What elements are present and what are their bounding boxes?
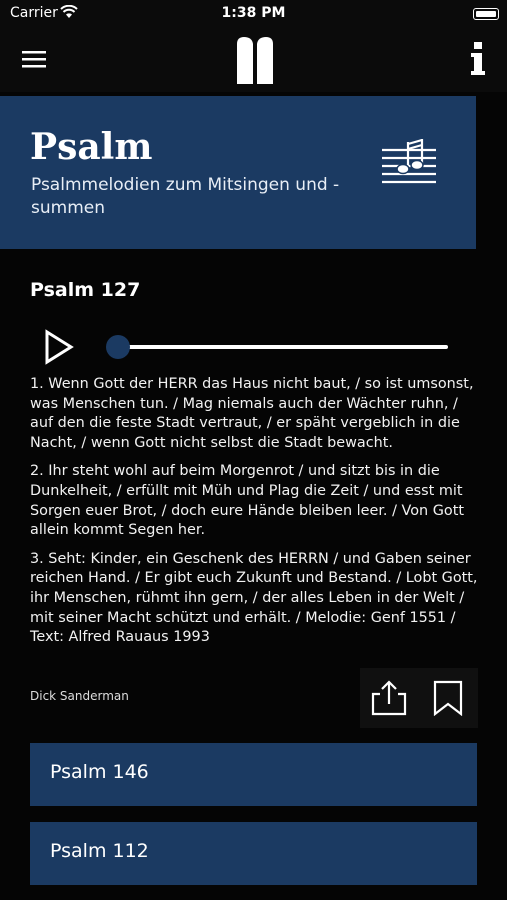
related-psalm-item[interactable]: Psalm 112 [30, 822, 477, 885]
progress-thumb[interactable] [106, 335, 130, 359]
share-icon[interactable] [370, 680, 408, 716]
action-bar [360, 668, 478, 728]
status-time: 1:38 PM [221, 5, 286, 21]
page-title: Psalm [30, 126, 153, 168]
hero-banner: Psalm Psalmmelodien zum Mitsingen und -s… [0, 96, 476, 249]
status-bar: Carrier 1:38 PM [0, 0, 507, 28]
play-icon[interactable] [44, 329, 74, 365]
verse-1: 1. Wenn Gott der HERR das Haus nicht bau… [30, 376, 474, 451]
battery-icon [473, 8, 499, 20]
info-icon[interactable] [469, 42, 487, 76]
audio-player [30, 326, 460, 368]
song-title: Psalm 127 [30, 279, 141, 301]
verse-2: 2. Ihr steht wohl auf beim Morgenrot / u… [30, 463, 464, 539]
nav-bar [0, 28, 507, 92]
verse-3: 3. Seht: Kinder, ein Geschenk des HERRN … [30, 550, 478, 646]
page-subtitle: Psalmmelodien zum Mitsingen und -summen [31, 175, 340, 218]
lyrics: 1. Wenn Gott der HERR das Haus nicht bau… [30, 375, 478, 657]
hamburger-menu-icon[interactable] [22, 48, 48, 70]
progress-track[interactable] [118, 345, 448, 349]
related-psalm-item[interactable]: Psalm 146 [30, 743, 477, 806]
bookmark-icon[interactable] [432, 680, 464, 716]
music-notes-icon [382, 138, 436, 184]
author-label: Dick Sanderman [30, 689, 129, 703]
related-psalm-label: Psalm 146 [50, 761, 149, 783]
related-psalm-label: Psalm 112 [50, 840, 149, 862]
book-logo-icon [237, 37, 273, 84]
